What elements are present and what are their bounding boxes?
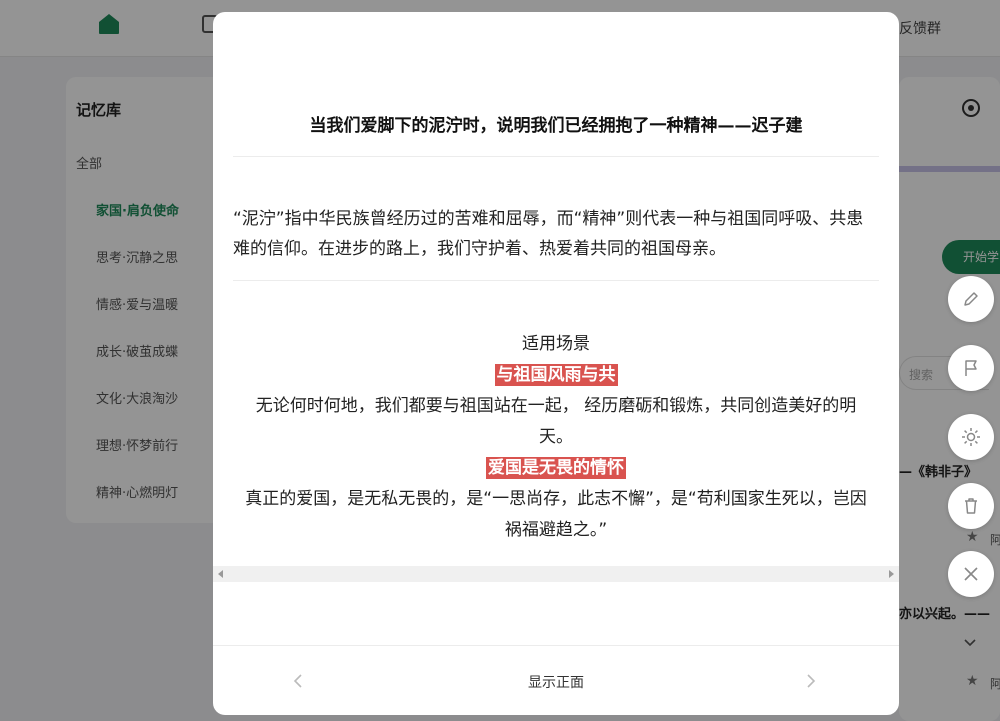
edit-button[interactable] <box>948 276 994 322</box>
card-description: “泥泞”指中华民族曾经历过的苦难和屈辱，而“精神”则代表一种与祖国同呼吸、共患难… <box>233 209 864 259</box>
divider <box>213 645 899 646</box>
divider <box>233 156 879 157</box>
chevron-right-icon[interactable] <box>804 673 818 689</box>
scenario-tag: 与祖国风雨与共 <box>494 364 618 386</box>
scenario-tag: 爱国是无畏的情怀 <box>486 457 626 479</box>
show-front-button[interactable]: 显示正面 <box>456 672 656 692</box>
delete-button[interactable] <box>948 483 994 529</box>
divider <box>233 280 879 281</box>
horizontal-scrollbar[interactable] <box>213 566 899 582</box>
card-title: 当我们爱脚下的泥泞时，说明我们已经拥抱了一种精神——迟子建 <box>309 116 803 136</box>
theme-toggle-button[interactable] <box>948 414 994 460</box>
close-icon <box>964 567 978 581</box>
usage-scenarios: 适用场景 与祖国风雨与共 无论何时何地，我们都要与祖国站在一起， 经历磨砺和锻炼… <box>233 329 879 546</box>
close-modal-button[interactable] <box>948 551 994 597</box>
scenario-text: 无论何时何地，我们都要与祖国站在一起， 经历磨砺和锻炼，共同创造美好的明天。 <box>255 396 857 447</box>
scenario-text: 真正的爱国，是无私无畏的，是“一思尚存，此志不懈”，是“苟利国家生死以，岂因祸福… <box>245 489 867 540</box>
scroll-right-arrow[interactable] <box>889 570 894 578</box>
flag-button[interactable] <box>948 345 994 391</box>
trash-icon <box>965 498 977 514</box>
scroll-left-arrow[interactable] <box>218 570 223 578</box>
sun-icon <box>962 428 980 446</box>
flashcard-modal: 当我们爱脚下的泥泞时，说明我们已经拥抱了一种精神——迟子建 “泥泞”指中华民族曾… <box>213 12 899 715</box>
flag-icon <box>965 360 977 376</box>
usage-heading: 适用场景 <box>522 334 590 354</box>
pencil-icon <box>964 292 978 306</box>
chevron-left-icon[interactable] <box>291 673 305 689</box>
